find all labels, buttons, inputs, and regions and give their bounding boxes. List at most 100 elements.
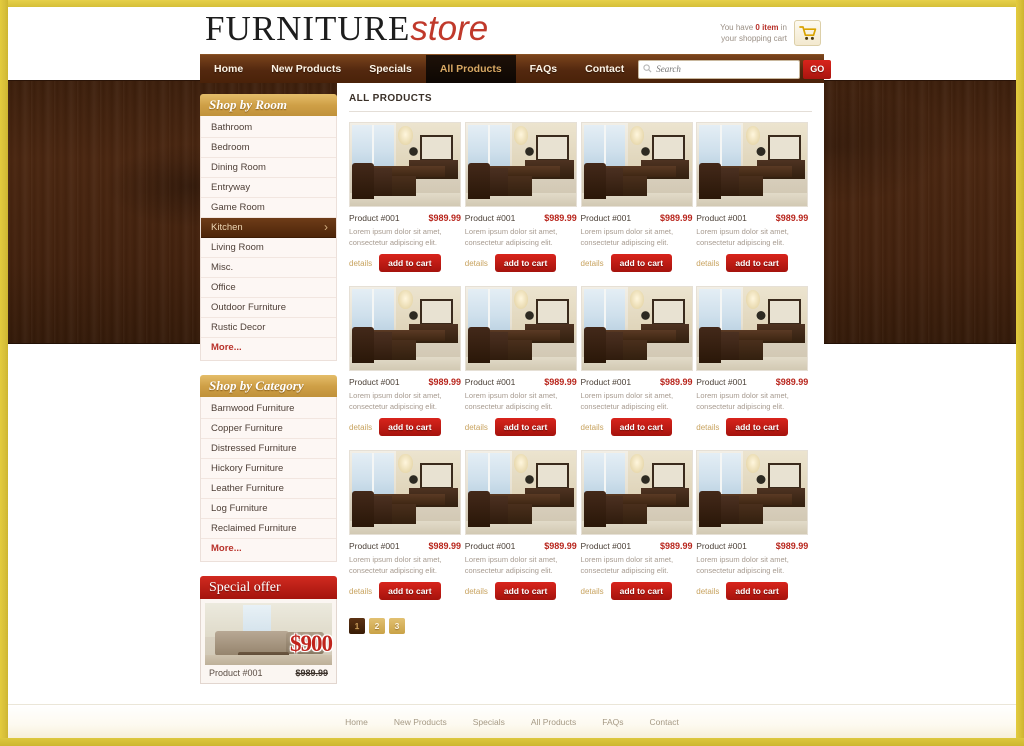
footer: Home New Products Specials All Products … xyxy=(8,704,1016,738)
product-image[interactable] xyxy=(464,450,577,535)
product-details-link[interactable]: details xyxy=(465,587,488,596)
product-image[interactable] xyxy=(349,122,461,207)
product-description: Lorem ipsum dolor sit amet, consectetur … xyxy=(464,555,558,575)
widget-title-shop-by-category: Shop by Category xyxy=(200,375,337,397)
product-card: Product #001 $989.99 Lorem ipsum dolor sit… xyxy=(696,286,812,450)
add-to-cart-button[interactable]: add to cart xyxy=(726,254,788,272)
room-item-misc[interactable]: Misc. xyxy=(201,258,336,278)
product-description: Lorem ipsum dolor sit amet, consectetur … xyxy=(696,227,789,247)
product-details-link[interactable]: details xyxy=(349,259,372,268)
widget-special-offer: Special offer $900 Product #001 $989.99 xyxy=(200,576,337,684)
search-input[interactable] xyxy=(656,64,796,74)
pagination-page-2[interactable]: 2 xyxy=(369,618,385,634)
nav-item-specials[interactable]: Specials xyxy=(355,55,426,83)
footer-link-home[interactable]: Home xyxy=(345,717,368,727)
product-image[interactable] xyxy=(349,450,461,535)
nav-item-home[interactable]: Home xyxy=(200,55,257,83)
product-details-link[interactable]: details xyxy=(581,259,604,268)
product-details-link[interactable]: details xyxy=(696,423,719,432)
category-item-distressed[interactable]: Distressed Furniture xyxy=(201,439,336,459)
site-logo[interactable]: FURNITUREstore xyxy=(205,9,488,49)
category-item-more[interactable]: More... xyxy=(201,539,336,558)
cart-summary[interactable]: You have 0 item in your shopping cart xyxy=(705,20,821,46)
add-to-cart-button[interactable]: add to cart xyxy=(610,418,673,436)
add-to-cart-button[interactable]: add to cart xyxy=(379,254,441,272)
product-image[interactable] xyxy=(464,122,577,207)
add-to-cart-button[interactable]: add to cart xyxy=(379,418,441,436)
footer-link-new-products[interactable]: New Products xyxy=(394,717,447,727)
room-item-office[interactable]: Office xyxy=(201,278,336,298)
room-item-dining-room[interactable]: Dining Room xyxy=(201,158,336,178)
footer-link-contact[interactable]: Contact xyxy=(650,717,679,727)
nav-item-new-products[interactable]: New Products xyxy=(257,55,355,83)
category-item-leather[interactable]: Leather Furniture xyxy=(201,479,336,499)
nav-item-contact[interactable]: Contact xyxy=(571,55,638,83)
shop-by-category-list: Barnwood Furniture Copper Furniture Dist… xyxy=(200,397,337,562)
product-actions: details add to cart xyxy=(696,418,808,436)
add-to-cart-button[interactable]: add to cart xyxy=(494,582,557,600)
product-details-link[interactable]: details xyxy=(465,259,488,268)
category-item-reclaimed[interactable]: Reclaimed Furniture xyxy=(201,519,336,539)
footer-link-all-products[interactable]: All Products xyxy=(531,717,576,727)
product-image[interactable] xyxy=(349,286,461,371)
room-item-kitchen[interactable]: Kitchen xyxy=(201,218,336,238)
add-to-cart-button[interactable]: add to cart xyxy=(379,582,441,600)
product-details-link[interactable]: details xyxy=(581,423,604,432)
nav-item-faqs[interactable]: FAQs xyxy=(516,55,571,83)
search-box[interactable] xyxy=(638,59,801,79)
product-actions: details add to cart xyxy=(696,582,808,600)
product-image[interactable] xyxy=(696,450,809,535)
pagination-page-1[interactable]: 1 xyxy=(349,618,365,634)
category-item-hickory[interactable]: Hickory Furniture xyxy=(201,459,336,479)
special-offer-sale-price: $900 xyxy=(290,631,333,656)
special-offer-body[interactable]: $900 Product #001 $989.99 xyxy=(200,599,337,684)
product-card: Product #001 $989.99 Lorem ipsum dolor sit… xyxy=(580,122,697,286)
add-to-cart-button[interactable]: add to cart xyxy=(610,254,673,272)
cart-count: 0 item xyxy=(755,23,779,32)
room-item-more[interactable]: More... xyxy=(201,338,336,357)
room-item-bedroom[interactable]: Bedroom xyxy=(201,138,336,158)
pagination-page-3[interactable]: 3 xyxy=(389,618,405,634)
room-item-bathroom[interactable]: Bathroom xyxy=(201,118,336,138)
footer-link-faqs[interactable]: FAQs xyxy=(602,717,623,727)
category-item-log[interactable]: Log Furniture xyxy=(201,499,336,519)
room-item-living-room[interactable]: Living Room xyxy=(201,238,336,258)
room-item-rustic-decor[interactable]: Rustic Decor xyxy=(201,318,336,338)
add-to-cart-button[interactable]: add to cart xyxy=(494,418,557,436)
page-frame-bottom xyxy=(0,738,1024,746)
product-image[interactable] xyxy=(696,122,809,207)
product-name: Product #001 xyxy=(580,541,632,551)
product-details-link[interactable]: details xyxy=(696,587,719,596)
category-item-barnwood[interactable]: Barnwood Furniture xyxy=(201,399,336,419)
product-description: Lorem ipsum dolor sit amet, consectetur … xyxy=(464,391,558,411)
room-item-game-room[interactable]: Game Room xyxy=(201,198,336,218)
product-description: Lorem ipsum dolor sit amet, consectetur … xyxy=(349,227,442,247)
category-item-copper[interactable]: Copper Furniture xyxy=(201,419,336,439)
shopping-cart-icon[interactable] xyxy=(794,20,821,46)
room-item-outdoor-furniture[interactable]: Outdoor Furniture xyxy=(201,298,336,318)
nav-item-all-products[interactable]: All Products xyxy=(425,55,516,83)
product-details-link[interactable]: details xyxy=(696,259,719,268)
add-to-cart-button[interactable]: add to cart xyxy=(494,254,557,272)
add-to-cart-button[interactable]: add to cart xyxy=(610,582,673,600)
sidebar: Shop by Room Bathroom Bedroom Dining Roo… xyxy=(200,83,337,698)
product-details-link[interactable]: details xyxy=(349,587,372,596)
product-image[interactable] xyxy=(464,286,577,371)
product-details-link[interactable]: details xyxy=(349,423,372,432)
product-description: Lorem ipsum dolor sit amet, consectetur … xyxy=(349,391,442,411)
widget-shop-by-category: Shop by Category Barnwood Furniture Copp… xyxy=(200,375,337,562)
product-image[interactable] xyxy=(580,286,693,371)
add-to-cart-button[interactable]: add to cart xyxy=(726,582,788,600)
product-details-link[interactable]: details xyxy=(465,423,488,432)
footer-link-specials[interactable]: Specials xyxy=(473,717,505,727)
search-go-button[interactable]: GO xyxy=(803,59,832,79)
product-image[interactable] xyxy=(696,286,809,371)
product-details-link[interactable]: details xyxy=(581,587,604,596)
add-to-cart-button[interactable]: add to cart xyxy=(726,418,788,436)
product-price: $989.99 xyxy=(659,377,693,387)
product-image[interactable] xyxy=(580,450,693,535)
page-title: ALL PRODUCTS xyxy=(349,93,812,112)
room-item-entryway[interactable]: Entryway xyxy=(201,178,336,198)
logo-part-secondary: store xyxy=(410,9,489,48)
product-image[interactable] xyxy=(580,122,693,207)
